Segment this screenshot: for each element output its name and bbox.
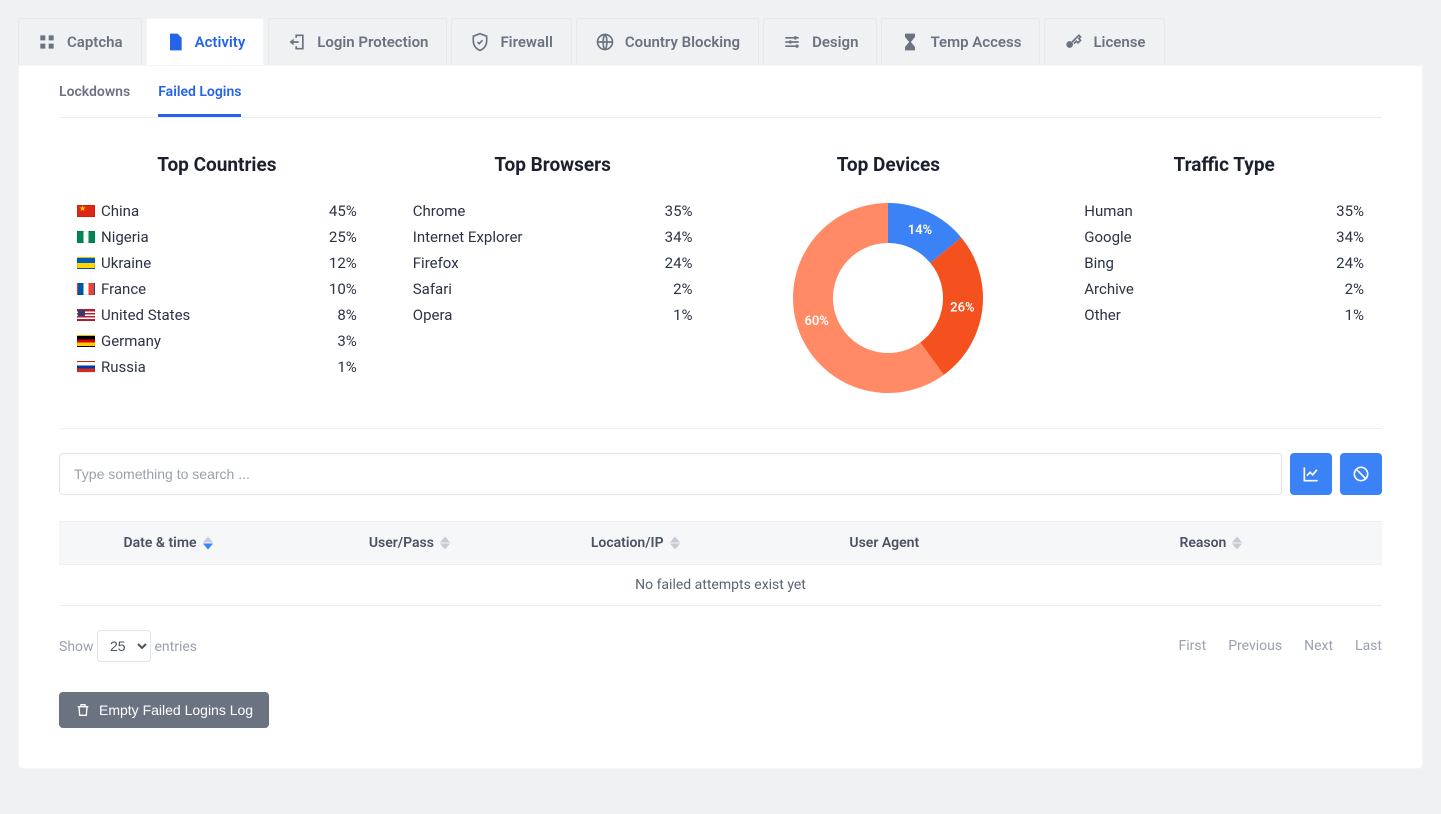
tab-label: Firewall <box>500 33 552 51</box>
stat-row: Google34% <box>1066 224 1382 250</box>
col-user[interactable]: User/Pass <box>277 535 542 551</box>
flag-us-icon <box>77 309 95 321</box>
col-location[interactable]: Location/IP <box>542 535 729 551</box>
failed-logins-table: Date & time User/Pass Location/IP User A… <box>59 521 1382 606</box>
flag-ua-icon <box>77 257 95 269</box>
tab-design[interactable]: Design <box>763 18 877 65</box>
empty-message: No failed attempts exist yet <box>59 565 1382 606</box>
login-icon <box>287 32 307 52</box>
hourglass-icon <box>900 32 920 52</box>
tab-label: License <box>1093 33 1145 51</box>
stat-row: Firefox24% <box>395 250 711 276</box>
tab-login-protection[interactable]: Login Protection <box>268 18 447 65</box>
captcha-icon <box>37 32 57 52</box>
tab-label: Captcha <box>67 33 123 51</box>
traffic-type: Traffic Type Human35% Google34% Bing24% … <box>1066 153 1382 398</box>
stat-row: United States8% <box>59 302 375 328</box>
stat-row: Internet Explorer34% <box>395 224 711 250</box>
flag-fr-icon <box>77 283 95 295</box>
tab-temp-access[interactable]: Temp Access <box>881 18 1040 65</box>
section-title: Top Devices <box>731 153 1047 176</box>
section-title: Traffic Type <box>1066 153 1382 176</box>
page-previous[interactable]: Previous <box>1228 638 1282 654</box>
top-countries: Top Countries China45% Nigeria25% Ukrain… <box>59 153 375 398</box>
sort-icon <box>440 536 450 550</box>
page-last[interactable]: Last <box>1355 638 1382 654</box>
flag-ru-icon <box>77 361 95 373</box>
stat-row: Safari2% <box>395 276 711 302</box>
file-icon <box>165 32 185 52</box>
stat-row: Nigeria25% <box>59 224 375 250</box>
block-icon <box>1351 464 1371 484</box>
col-user-agent[interactable]: User Agent <box>729 535 1040 551</box>
stat-row: Other1% <box>1066 302 1382 328</box>
stats-row: Top Countries China45% Nigeria25% Ukrain… <box>59 153 1382 429</box>
block-button[interactable] <box>1340 453 1382 495</box>
globe-icon <box>595 32 615 52</box>
stat-row: Bing24% <box>1066 250 1382 276</box>
flag-ng-icon <box>77 231 95 243</box>
tab-label: Design <box>812 33 858 51</box>
trash-icon <box>75 702 91 718</box>
tab-label: Login Protection <box>317 33 428 51</box>
entries-select[interactable]: 25 <box>97 630 151 662</box>
top-browsers: Top Browsers Chrome35% Internet Explorer… <box>395 153 711 398</box>
svg-text:60%: 60% <box>805 314 830 329</box>
tab-label: Activity <box>195 33 246 51</box>
stat-row: Ukraine12% <box>59 250 375 276</box>
stat-row: China45% <box>59 198 375 224</box>
svg-text:14%: 14% <box>908 223 933 238</box>
page-first[interactable]: First <box>1178 638 1206 654</box>
activity-panel: Lockdowns Failed Logins Top Countries Ch… <box>18 65 1423 769</box>
section-title: Top Countries <box>59 153 375 176</box>
col-reason[interactable]: Reason <box>1040 535 1382 551</box>
tab-country-blocking[interactable]: Country Blocking <box>576 18 759 65</box>
section-title: Top Browsers <box>395 153 711 176</box>
table-header: Date & time User/Pass Location/IP User A… <box>59 521 1382 565</box>
shield-icon <box>470 32 490 52</box>
donut-chart: 14% 26% 60% <box>731 198 1047 398</box>
stat-row: Russia1% <box>59 354 375 380</box>
entries-control: Show 25 entries <box>59 630 197 662</box>
flag-cn-icon <box>77 205 95 217</box>
table-footer: Show 25 entries First Previous Next Last <box>59 630 1382 662</box>
top-devices: Top Devices 14% 26% 60% <box>731 153 1047 398</box>
stat-row: Human35% <box>1066 198 1382 224</box>
col-date[interactable]: Date & time <box>59 535 277 551</box>
stat-row: France10% <box>59 276 375 302</box>
stat-row: Chrome35% <box>395 198 711 224</box>
main-tabs: Captcha Activity Login Protection Firewa… <box>18 18 1423 65</box>
tab-label: Country Blocking <box>625 33 740 51</box>
sort-icon <box>203 536 213 550</box>
stat-row: Archive2% <box>1066 276 1382 302</box>
empty-log-button[interactable]: Empty Failed Logins Log <box>59 692 269 728</box>
search-input[interactable] <box>59 453 1282 495</box>
tab-activity[interactable]: Activity <box>146 18 265 65</box>
chart-icon <box>1301 464 1321 484</box>
sub-tabs: Lockdowns Failed Logins <box>59 66 1382 118</box>
pager: First Previous Next Last <box>1178 638 1382 654</box>
tab-license[interactable]: License <box>1044 18 1164 65</box>
sliders-icon <box>782 32 802 52</box>
svg-text:26%: 26% <box>951 300 976 315</box>
sort-icon <box>1232 536 1242 550</box>
tab-firewall[interactable]: Firewall <box>451 18 571 65</box>
flag-de-icon <box>77 335 95 347</box>
key-icon <box>1063 32 1083 52</box>
stat-row: Germany3% <box>59 328 375 354</box>
sort-icon <box>670 536 680 550</box>
subtab-failed-logins[interactable]: Failed Logins <box>158 66 241 117</box>
search-row <box>59 453 1382 495</box>
tab-label: Temp Access <box>930 33 1021 51</box>
stat-row: Opera1% <box>395 302 711 328</box>
page-next[interactable]: Next <box>1304 638 1333 654</box>
chart-button[interactable] <box>1290 453 1332 495</box>
tab-captcha[interactable]: Captcha <box>18 18 142 65</box>
subtab-lockdowns[interactable]: Lockdowns <box>59 66 130 117</box>
